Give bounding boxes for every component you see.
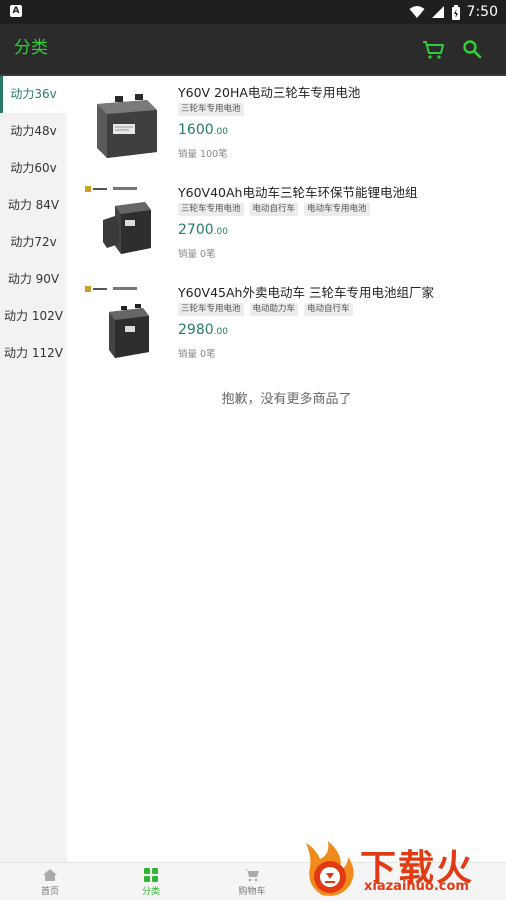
product-tags: 三轮车专用电池 电动自行车 电动车专用电池 <box>178 203 370 216</box>
category-icon <box>144 868 158 882</box>
product-title: Y60V45Ah外卖电动车 三轮车专用电池组厂家 <box>178 285 434 300</box>
cart-icon[interactable] <box>420 36 446 62</box>
sidebar-item-60v[interactable]: 动力60v <box>0 150 67 187</box>
watermark-text-en: xiazaihuo.com <box>364 879 469 894</box>
watermark: 下载火 xiazaihuo.com <box>298 835 506 900</box>
page-title: 分类 <box>14 38 48 58</box>
product-price: 2700.00 <box>178 222 228 238</box>
search-icon[interactable] <box>459 36 485 62</box>
nav-label: 购物车 <box>238 887 266 897</box>
product-image <box>85 182 165 264</box>
product-tag: 三轮车专用电池 <box>178 103 244 116</box>
product-card[interactable]: Y60V 20HA电动三轮车专用电池 三轮车专用电池 1600.00 销量 10… <box>67 76 506 176</box>
product-tag: 三轮车专用电池 <box>178 203 244 216</box>
product-title: Y60V 20HA电动三轮车专用电池 <box>178 85 361 100</box>
battery-icon <box>451 4 460 20</box>
status-icons: 7:50 <box>409 2 498 22</box>
home-icon <box>43 869 57 881</box>
sidebar-item-48v[interactable]: 动力48v <box>0 113 67 150</box>
price-decimal: .00 <box>213 127 228 137</box>
flame-logo-icon <box>306 841 354 896</box>
product-card[interactable]: Y60V45Ah外卖电动车 三轮车专用电池组厂家 三轮车专用电池 电动助力车 电… <box>67 276 506 376</box>
product-sales: 销量 100笔 <box>178 149 228 160</box>
cart-icon <box>245 869 259 882</box>
sidebar-item-72v[interactable]: 动力72v <box>0 224 67 261</box>
category-sidebar: 动力36v 动力48v 动力60v 动力 84V 动力72v 动力 90V 动力… <box>0 76 67 862</box>
product-image <box>85 282 165 364</box>
sidebar-item-84v[interactable]: 动力 84V <box>0 187 67 224</box>
nav-label: 分类 <box>141 887 160 897</box>
notification-badge: A <box>10 5 22 17</box>
product-tag: 电动自行车 <box>249 203 299 216</box>
price-integer: 1600 <box>178 122 214 138</box>
nav-label: 首页 <box>40 887 59 897</box>
price-decimal: .00 <box>213 327 228 337</box>
price-decimal: .00 <box>213 227 228 237</box>
product-tag: 三轮车专用电池 <box>178 303 244 316</box>
product-sales: 销量 0笔 <box>178 349 216 360</box>
product-image <box>85 82 165 164</box>
status-time: 7:50 <box>466 4 498 20</box>
product-tag: 电动自行车 <box>304 303 353 316</box>
product-price: 1600.00 <box>178 122 228 138</box>
nav-item-cart[interactable]: 购物车 <box>202 863 302 901</box>
price-integer: 2980 <box>178 322 214 338</box>
nav-item-home[interactable]: 首页 <box>0 863 100 901</box>
price-integer: 2700 <box>178 222 214 238</box>
product-price: 2980.00 <box>178 322 228 338</box>
nav-item-category[interactable]: 分类 <box>101 863 201 901</box>
product-tags: 三轮车专用电池 <box>178 103 244 116</box>
product-tag: 电动助力车 <box>249 303 299 316</box>
status-bar: A 7:50 <box>0 0 506 24</box>
sidebar-item-36v[interactable]: 动力36v <box>0 76 67 113</box>
list-end-message: 抱歉，没有更多商品了 <box>221 392 352 407</box>
product-tag: 电动车专用电池 <box>304 203 370 216</box>
product-sales: 销量 0笔 <box>178 249 216 260</box>
wifi-icon <box>409 6 425 18</box>
product-list: Y60V 20HA电动三轮车专用电池 三轮车专用电池 1600.00 销量 10… <box>67 76 506 862</box>
sidebar-item-112v[interactable]: 动力 112V <box>0 335 67 372</box>
product-card[interactable]: Y60V40Ah电动车三轮车环保节能锂电池组 三轮车专用电池 电动自行车 电动车… <box>67 176 506 276</box>
sidebar-item-90v[interactable]: 动力 90V <box>0 261 67 298</box>
sidebar-item-102v[interactable]: 动力 102V <box>0 298 67 335</box>
app-bar: 分类 <box>0 24 506 74</box>
product-tags: 三轮车专用电池 电动助力车 电动自行车 <box>178 303 353 316</box>
signal-icon <box>431 6 444 18</box>
product-title: Y60V40Ah电动车三轮车环保节能锂电池组 <box>178 185 418 200</box>
